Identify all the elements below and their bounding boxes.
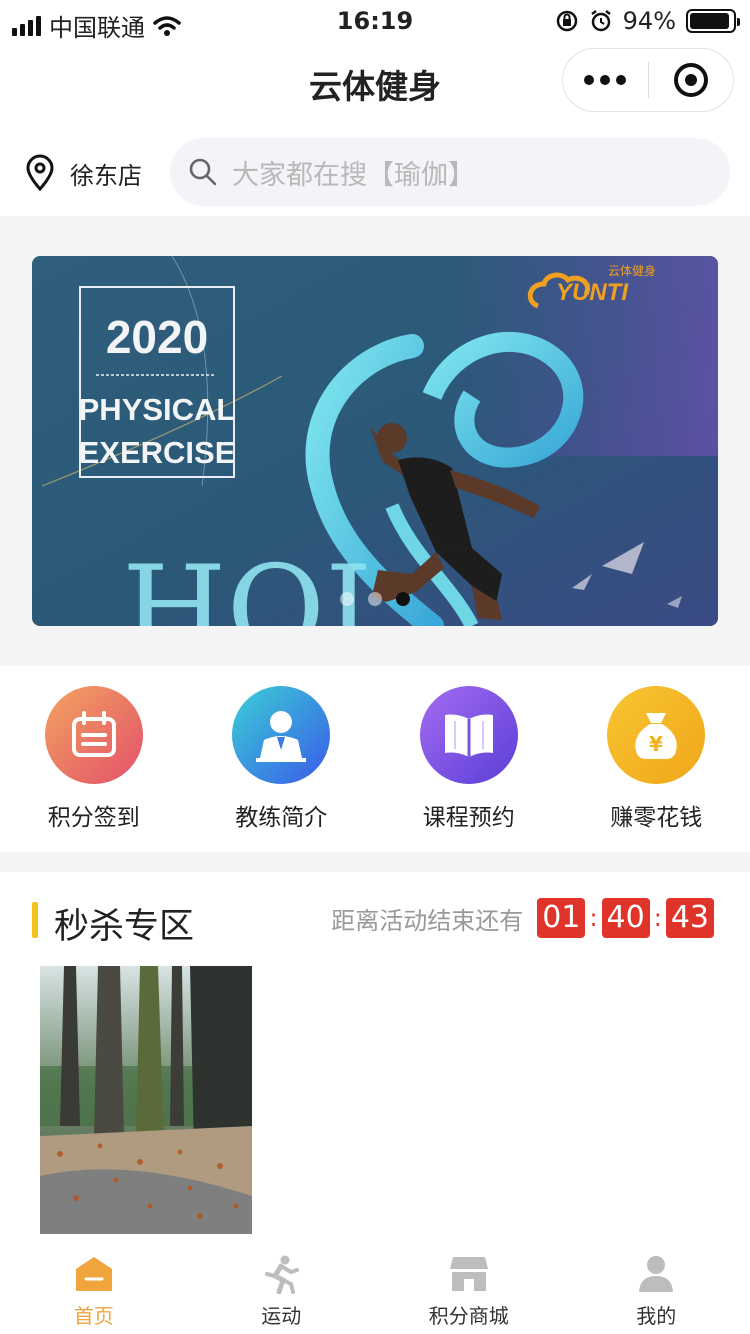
countdown-label: 距离活动结束还有 [331,906,524,935]
money-bag-icon: ¥ [607,686,706,784]
section-separator [0,852,750,872]
grid-label: 教练简介 [235,805,328,831]
grid-label: 赚零花钱 [610,805,703,831]
grid-label: 积分签到 [47,805,140,831]
search-row: 徐东店 大家都在搜【瑜伽】 [0,132,750,216]
tab-bar: 首页 运动 积分商城 我的 [0,1240,750,1334]
grid-label: 课程预约 [422,805,515,831]
countdown-seconds: 43 [665,898,714,938]
banner-big-letters: HOI [122,541,372,626]
coach-icon [232,686,331,784]
seckill-product-image[interactable] [40,966,252,1234]
banner-line2: EXERCISE [79,435,236,470]
tab-label: 我的 [636,1304,677,1328]
nav-bar: 云体健身 [0,42,750,120]
carousel-dots [32,592,718,606]
countdown-colon: : [653,904,662,932]
tab-points-mall[interactable]: 积分商城 [375,1240,563,1334]
grid-item-checkin[interactable]: 积分签到 [0,666,188,852]
quick-menu: 积分签到 教练简介 课程预约 ¥ 赚零花钱 [0,666,750,852]
countdown: 距离活动结束还有 01 : 40 : 43 [331,898,714,938]
alarm-icon [590,10,611,32]
banner-line1: PHYSICAL [79,392,236,427]
grid-item-coach[interactable]: 教练简介 [188,666,376,852]
carousel-dot[interactable] [368,592,382,606]
tab-sport[interactable]: 运动 [188,1240,376,1334]
tab-home[interactable]: 首页 [0,1240,188,1334]
calendar-icon [44,686,143,784]
carousel-dot[interactable] [340,592,354,606]
run-icon [259,1252,303,1296]
status-bar: 中国联通 16:19 94% [0,0,750,42]
home-icon [72,1252,116,1296]
section-accent-bar [32,902,38,938]
countdown-hours: 01 [537,898,586,938]
banner-image: HOI 2020 PHYSICAL EXERCISE YUNTI 云体健身 [32,256,718,626]
seckill-header: 秒杀专区 距离活动结束还有 01 : 40 : 43 [0,872,750,964]
search-input[interactable]: 大家都在搜【瑜伽】 [170,138,730,206]
battery-percent: 94% [622,7,676,35]
search-icon [189,158,217,186]
seckill-title: 秒杀专区 [54,907,195,947]
store-selector[interactable]: 徐东店 [24,154,142,192]
countdown-minutes: 40 [601,898,650,938]
book-icon [419,686,518,784]
user-icon [634,1252,678,1296]
banner-section: HOI 2020 PHYSICAL EXERCISE YUNTI 云体健身 [0,216,750,666]
target-icon [673,63,708,97]
tab-label: 首页 [73,1304,114,1328]
rotation-lock-icon [556,10,577,32]
battery-icon [686,9,740,33]
carousel-dot[interactable] [396,592,410,606]
tab-mine[interactable]: 我的 [563,1240,750,1334]
store-name: 徐东店 [70,161,142,190]
location-pin-icon [26,154,54,192]
countdown-colon: : [589,904,598,932]
mini-program-capsule [562,48,734,112]
status-right: 94% [555,7,740,35]
tab-label: 运动 [261,1304,302,1328]
banner-brand-cn: 云体健身 [608,263,656,278]
tab-label: 积分商城 [428,1304,509,1328]
grid-item-course[interactable]: 课程预约 [375,666,563,852]
more-button[interactable] [563,75,648,85]
close-button[interactable] [649,63,734,97]
banner-year: 2020 [106,311,208,363]
banner-brand-en: YUNTI [556,279,629,306]
svg-text:¥: ¥ [649,732,663,756]
grid-item-earn[interactable]: ¥ 赚零花钱 [563,666,750,852]
search-placeholder: 大家都在搜【瑜伽】 [232,159,475,191]
banner-carousel[interactable]: HOI 2020 PHYSICAL EXERCISE YUNTI 云体健身 [32,256,718,626]
store-icon [447,1252,491,1296]
